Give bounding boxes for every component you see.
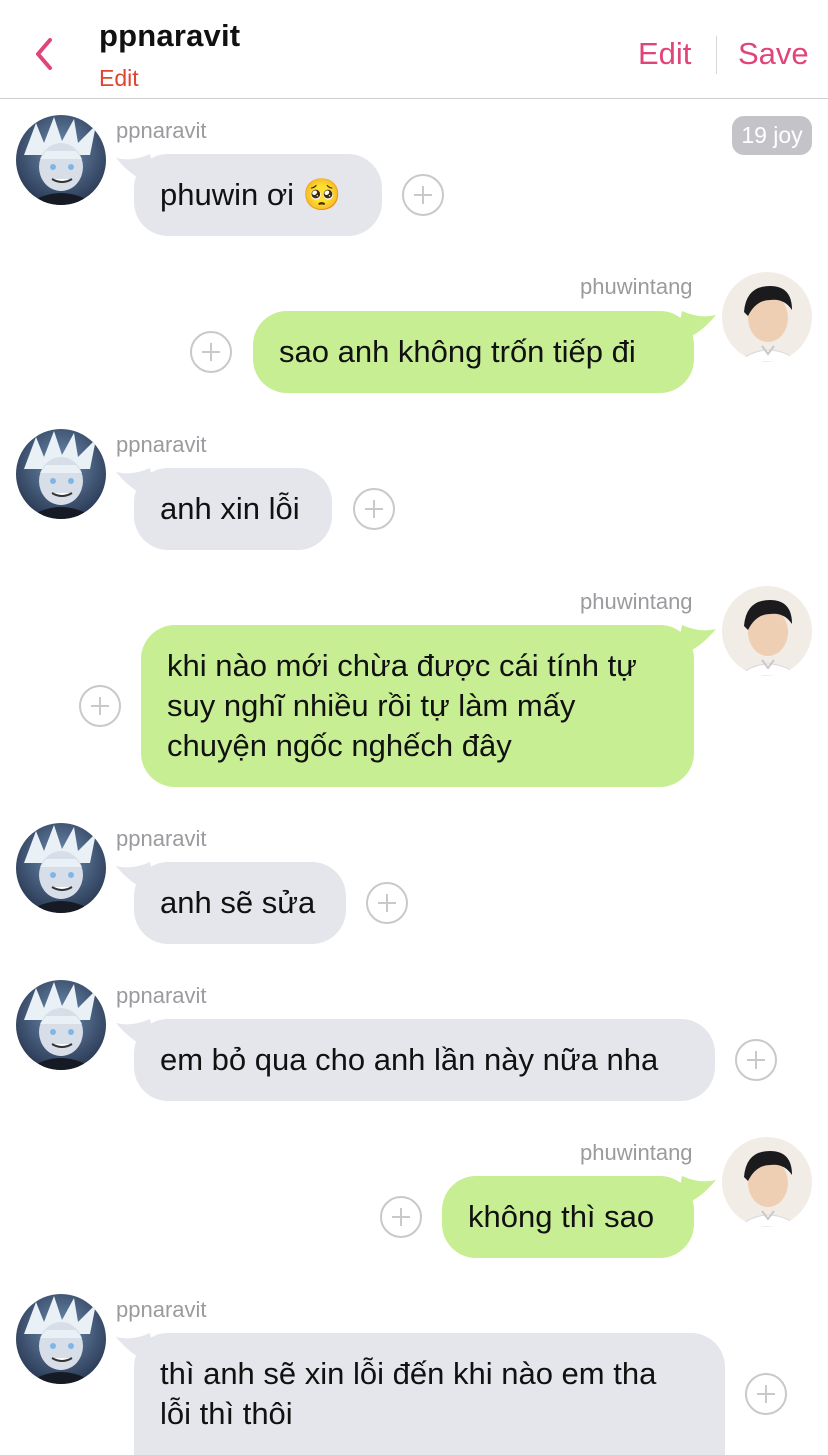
message-text-line: chuyện ngốc nghếch đây <box>167 728 512 763</box>
sender-name: ppnaravit <box>116 983 207 1008</box>
message-text-line: suy nghĩ nhiều rồi tự làm mấy <box>167 688 576 723</box>
save-button[interactable]: Save <box>738 36 809 72</box>
avatar-ppnaravit[interactable] <box>16 823 106 913</box>
add-reaction-button[interactable] <box>745 1373 787 1415</box>
message-text: anh xin lỗi <box>160 491 300 526</box>
sender-name: ppnaravit <box>116 826 207 851</box>
avatar-phuwintang[interactable] <box>722 1137 812 1227</box>
anime-avatar-icon <box>16 980 106 1070</box>
message-text-line: lỗi thì thôi <box>160 1396 293 1431</box>
avatar-ppnaravit[interactable] <box>16 115 106 205</box>
message-text-line: khi nào mới chừa được cái tính tự <box>167 648 637 683</box>
add-reaction-button[interactable] <box>380 1196 422 1238</box>
message-bubble[interactable]: em bỏ qua cho anh lần này nữa nha <box>134 1019 715 1101</box>
add-reaction-button[interactable] <box>353 488 395 530</box>
add-reaction-button[interactable] <box>402 174 444 216</box>
message-bubble[interactable]: không thì sao <box>442 1176 694 1258</box>
chat-header: ppnaravit Edit Edit Save <box>0 0 828 99</box>
sender-name: phuwintang <box>580 274 693 299</box>
date-badge: 19 joy <box>732 116 812 155</box>
message-text-line: thì anh sẽ xin lỗi đến khi nào em tha <box>160 1356 657 1391</box>
back-chevron-icon[interactable] <box>28 34 62 74</box>
avatar-phuwintang[interactable] <box>722 586 812 676</box>
portrait-avatar-icon <box>722 272 812 362</box>
add-reaction-button[interactable] <box>190 331 232 373</box>
anime-avatar-icon <box>16 429 106 519</box>
sender-name: phuwintang <box>580 589 693 614</box>
sender-name: ppnaravit <box>116 118 207 143</box>
message-text: không thì sao <box>468 1199 655 1234</box>
avatar-ppnaravit[interactable] <box>16 980 106 1070</box>
sender-name: ppnaravit <box>116 432 207 457</box>
message-text: sao anh không trốn tiếp đi <box>279 334 636 369</box>
add-reaction-button[interactable] <box>735 1039 777 1081</box>
portrait-avatar-icon <box>722 1137 812 1227</box>
message-text: anh sẽ sửa <box>160 885 316 920</box>
message-bubble[interactable]: khi nào mới chừa được cái tính tự suy ng… <box>141 625 694 787</box>
sender-name: phuwintang <box>580 1140 693 1165</box>
avatar-ppnaravit[interactable] <box>16 429 106 519</box>
message-text: em bỏ qua cho anh lần này nữa nha <box>160 1042 659 1077</box>
message-bubble[interactable]: anh sẽ sửa <box>134 862 346 944</box>
anime-avatar-icon <box>16 823 106 913</box>
add-reaction-button[interactable] <box>79 685 121 727</box>
message-bubble[interactable]: sao anh không trốn tiếp đi <box>253 311 694 393</box>
edit-button[interactable]: Edit <box>638 36 691 72</box>
chat-subtitle-edit[interactable]: Edit <box>99 65 139 92</box>
avatar-ppnaravit[interactable] <box>16 1294 106 1384</box>
message-text: phuwin ơi 🥺 <box>160 177 342 212</box>
avatar-phuwintang[interactable] <box>722 272 812 362</box>
portrait-avatar-icon <box>722 586 812 676</box>
add-reaction-button[interactable] <box>366 882 408 924</box>
message-bubble[interactable]: thì anh sẽ xin lỗi đến khi nào em tha lỗ… <box>134 1333 725 1455</box>
message-bubble[interactable]: anh xin lỗi <box>134 468 332 550</box>
sender-name: ppnaravit <box>116 1297 207 1322</box>
anime-avatar-icon <box>16 115 106 205</box>
message-bubble[interactable]: phuwin ơi 🥺 <box>134 154 382 236</box>
chat-title: ppnaravit <box>99 18 241 53</box>
header-divider <box>716 36 717 74</box>
anime-avatar-icon <box>16 1294 106 1384</box>
